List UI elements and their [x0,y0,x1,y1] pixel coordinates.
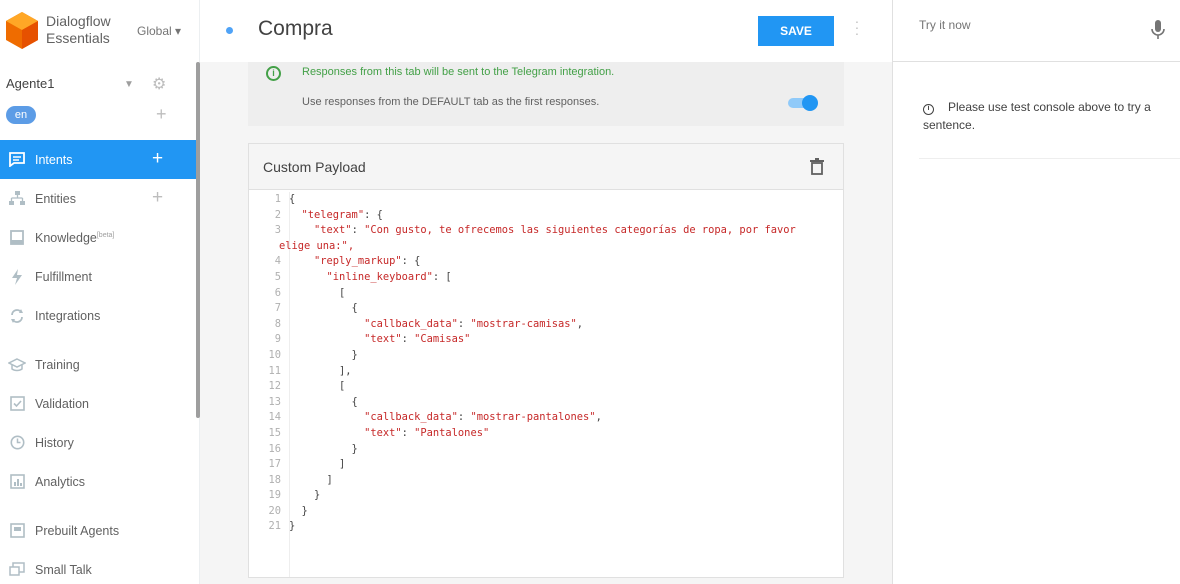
language-badge[interactable]: en [6,106,36,124]
code-line: 12 [ [268,380,346,393]
sidebar-item-knowledge[interactable]: Knowledge[beta] [0,218,196,257]
sidebar-item-label: Entities [35,191,76,206]
sync-icon [6,305,28,327]
sidebar-item-label: Intents [35,152,73,167]
sidebar-item-validation[interactable]: Validation [0,384,196,423]
region-selector[interactable]: Global ▾ [137,24,181,38]
code-line-wrap: elige una:", [279,239,355,252]
sidebar-nav: Intents + Entities + Knowledge[beta] Ful… [0,140,196,584]
nav-divider [0,335,196,345]
gear-icon[interactable]: ⚙ [152,74,166,94]
default-responses-toggle[interactable] [788,95,818,111]
payload-title: Custom Payload [263,159,366,175]
info-icon: i [923,104,934,115]
prebuilt-icon [6,520,28,542]
sidebar: Dialogflow Essentials Global ▾ Agente1 ▼… [0,0,200,584]
trash-icon[interactable] [810,158,824,175]
agent-selector[interactable]: Agente1 ▼ ⚙ [6,76,186,94]
status-dot-icon [226,27,233,34]
save-button[interactable]: SAVE [758,16,834,46]
graduation-cap-icon [6,354,28,376]
code-line: 16 } [268,442,358,455]
intent-header: Compra SAVE · · · [200,0,892,62]
info-check-icon: i [266,66,281,81]
sidebar-item-training[interactable]: Training [0,345,196,384]
toggle-knob [802,95,818,111]
custom-payload-card: Custom Payload 1{ 2 "telegram": { 3 "tex… [248,143,844,578]
code-line: 18 ] [268,473,333,486]
sidebar-item-label: History [35,435,74,450]
code-line: 1{ [274,193,296,205]
code-line: 20 } [268,504,308,517]
test-console: iPlease use test console above to try a … [892,0,1180,584]
sidebar-item-label: Analytics [35,474,86,489]
telegram-info-card: i Responses from this tab will be sent t… [248,62,844,126]
add-entity-icon[interactable]: + [152,187,163,209]
beta-badge: [beta] [96,231,115,239]
telegram-notice: Responses from this tab will be sent to … [302,66,615,78]
try-it-now-input[interactable] [919,18,1139,32]
lightning-icon [6,266,28,288]
try-it-now-bar [893,0,1180,62]
clock-icon [6,432,28,454]
code-line: 2 "telegram": { [274,208,383,221]
code-line: 15 "text": "Pantalones" [268,426,490,439]
code-line: 6 [ [274,286,346,299]
code-line: 5 "inline_keyboard": [ [274,270,452,283]
code-line: 13 { [268,395,358,408]
dialogflow-logo-icon[interactable] [6,12,38,50]
sidebar-item-label: Fulfillment [35,269,92,284]
sidebar-item-label: Training [35,357,80,372]
nav-divider [0,501,196,511]
book-icon [6,227,28,249]
sidebar-item-prebuilt-agents[interactable]: Prebuilt Agents [0,511,196,550]
sidebar-item-fulfillment[interactable]: Fulfillment [0,257,196,296]
check-box-icon [6,393,28,415]
sidebar-item-label: Integrations [35,308,101,323]
language-row: en + [6,104,186,126]
sidebar-item-label: Prebuilt Agents [35,523,120,538]
page-title[interactable]: Compra [258,17,333,41]
code-editor[interactable]: 1{ 2 "telegram": { 3 "text": "Con gusto,… [249,192,843,577]
test-console-hint: i Please use test console above to try a … [923,100,1151,132]
code-line: 10 } [268,348,358,361]
hierarchy-icon [6,188,28,210]
sidebar-item-history[interactable]: History [0,423,196,462]
code-line: 14 "callback_data": "mostrar-pantalones"… [268,411,602,424]
agent-name: Agente1 [6,76,55,91]
intent-editor: Compra SAVE · · · i Responses from this ta… [200,0,892,584]
default-responses-label: Use responses from the DEFAULT tab as th… [302,96,600,108]
code-line: 21} [268,520,296,533]
code-line: 4 "reply_markup": { [274,255,421,268]
sidebar-item-label: Validation [35,396,89,411]
bar-chart-icon [6,471,28,493]
add-language-icon[interactable]: + [156,104,167,125]
code-line: 3 "text": "Con gusto, te ofrecemos las s… [274,224,796,237]
sidebar-item-label: Knowledge[beta] [35,230,115,245]
sidebar-item-analytics[interactable]: Analytics [0,462,196,501]
code-line: 9 "text": "Camisas" [274,333,471,346]
microphone-icon[interactable] [1151,20,1165,40]
brand-name: Dialogflow Essentials [46,13,111,46]
divider [919,158,1180,159]
code-line: 17 ] [268,458,346,471]
code-line: 19 } [268,489,321,502]
sidebar-item-intents[interactable]: Intents + [0,140,196,179]
brand-header: Dialogflow Essentials Global ▾ [0,0,200,62]
code-line: 11 ], [268,364,352,377]
code-line: 8 "callback_data": "mostrar-camisas", [274,317,584,330]
sidebar-item-entities[interactable]: Entities + [0,179,196,218]
more-vert-icon[interactable]: · · · [852,14,862,40]
chevron-down-icon[interactable]: ▼ [124,79,134,90]
code-line: 7 { [274,302,358,315]
sidebar-item-integrations[interactable]: Integrations [0,296,196,335]
add-intent-icon[interactable]: + [152,148,163,170]
sidebar-item-label: Small Talk [35,562,92,577]
chat-bubble-icon [6,149,28,171]
payload-header: Custom Payload [249,144,843,190]
small-talk-icon [6,559,28,581]
sidebar-item-small-talk[interactable]: Small Talk [0,550,196,584]
